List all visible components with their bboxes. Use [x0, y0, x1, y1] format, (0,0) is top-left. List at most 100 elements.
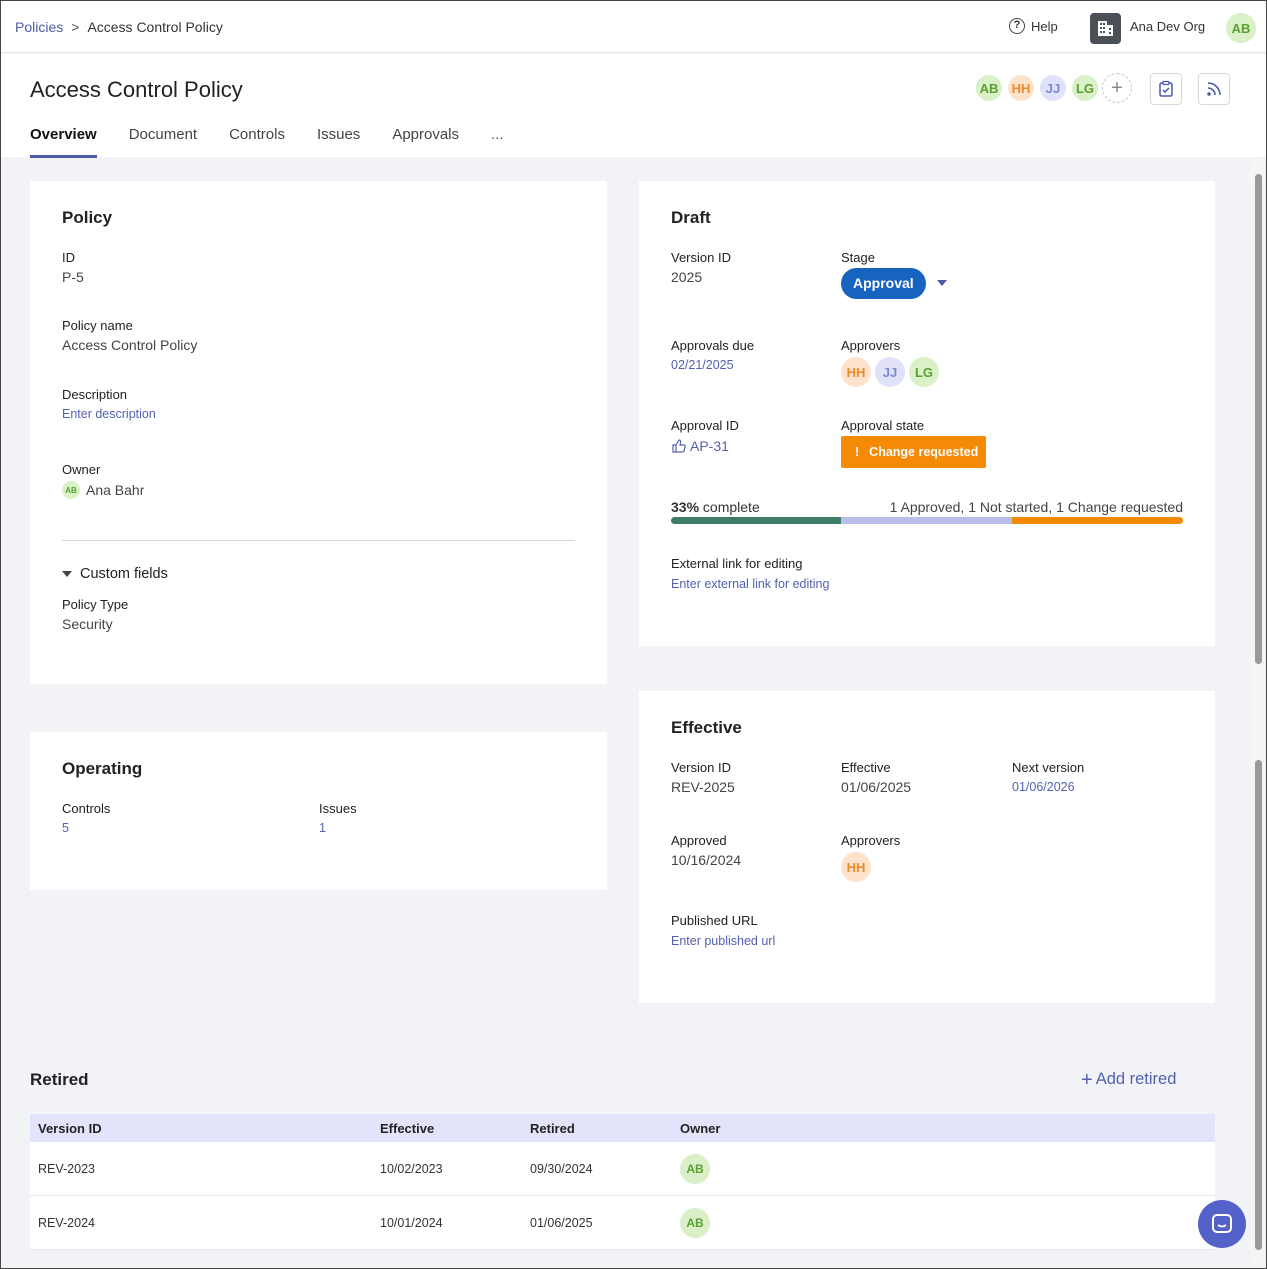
published-url-input[interactable]: Enter published url — [671, 934, 775, 948]
tab-issues[interactable]: Issues — [317, 126, 360, 158]
owner-label: Owner — [62, 462, 101, 477]
stage-pill[interactable]: Approval — [841, 268, 926, 299]
scrollbar-thumb-upper[interactable] — [1255, 174, 1262, 664]
add-retired-label: Add retired — [1095, 1070, 1177, 1088]
approver-avatar[interactable]: HH — [841, 852, 871, 882]
table-row[interactable]: REV-2023 10/02/2023 09/30/2024 AB — [30, 1142, 1215, 1196]
effective-version-value: REV-2025 — [671, 779, 735, 795]
approvers-list: HH JJ LG — [841, 357, 939, 387]
help-button[interactable]: ? Help — [1009, 18, 1058, 34]
page-title: Access Control Policy — [30, 77, 243, 102]
effective-date-label: Effective — [841, 760, 891, 775]
cell-retired: 01/06/2025 — [530, 1215, 593, 1230]
policy-card: Policy ID P-5 Policy name Access Control… — [30, 181, 607, 684]
custom-fields-label: Custom fields — [80, 566, 168, 582]
question-icon: ? — [1009, 18, 1025, 34]
next-version-label: Next version — [1012, 760, 1085, 775]
next-version-value[interactable]: 01/06/2026 — [1012, 780, 1075, 794]
cell-version: REV-2024 — [38, 1215, 95, 1230]
approval-id-label: Approval ID — [671, 418, 739, 433]
collaborator-avatar[interactable]: JJ — [1038, 73, 1068, 103]
column-header-retired[interactable]: Retired — [530, 1121, 680, 1136]
add-retired-button[interactable]: + Add retired — [1081, 1068, 1177, 1091]
progress-not-started-segment — [841, 517, 1012, 524]
policy-type-label: Policy Type — [62, 597, 129, 612]
retired-table: Version ID Effective Retired Owner REV-2… — [30, 1114, 1215, 1250]
approvals-due-value[interactable]: 02/21/2025 — [671, 358, 734, 372]
collaborator-avatar[interactable]: HH — [1006, 73, 1036, 103]
policy-heading: Policy — [62, 208, 113, 227]
approval-state-badge[interactable]: ! Change requested — [841, 436, 987, 468]
stage-dropdown-icon[interactable] — [937, 280, 947, 286]
custom-fields-toggle[interactable]: Custom fields — [62, 566, 168, 582]
chat-launcher-icon[interactable] — [1198, 1200, 1246, 1248]
owner-avatar[interactable]: AB — [680, 1153, 710, 1184]
column-header-effective[interactable]: Effective — [380, 1121, 530, 1136]
cell-effective: 10/02/2023 — [380, 1161, 443, 1176]
scrollbar-thumb-lower[interactable] — [1255, 760, 1262, 1250]
approvals-due-label: Approvals due — [671, 338, 755, 353]
cell-version: REV-2023 — [38, 1161, 95, 1176]
building-icon[interactable] — [1090, 13, 1121, 44]
approval-state-label: Approval state — [841, 418, 925, 433]
retired-heading: Retired — [30, 1070, 89, 1089]
plus-icon: + — [1081, 1068, 1093, 1091]
id-value: P-5 — [62, 269, 84, 285]
version-id-label: Version ID — [671, 250, 731, 265]
progress-change-requested-segment — [1011, 517, 1183, 524]
approver-avatar[interactable]: JJ — [875, 357, 905, 387]
approval-id-link[interactable]: AP-31 — [671, 438, 729, 454]
owner-name: Ana Bahr — [86, 482, 145, 498]
tab-document[interactable]: Document — [129, 126, 197, 158]
policy-type-value[interactable]: Security — [62, 616, 113, 632]
cell-effective: 10/01/2024 — [380, 1215, 443, 1230]
approver-avatar[interactable]: HH — [841, 357, 871, 387]
column-header-owner[interactable]: Owner — [680, 1121, 980, 1136]
table-row[interactable]: REV-2024 10/01/2024 01/06/2025 AB — [30, 1196, 1215, 1250]
approved-value: 10/16/2024 — [671, 852, 742, 868]
clipboard-check-icon[interactable] — [1150, 73, 1182, 105]
breadcrumb: Policies > Access Control Policy — [15, 19, 223, 35]
approver-avatar[interactable]: LG — [909, 357, 939, 387]
breadcrumb-policies-link[interactable]: Policies — [15, 19, 63, 35]
approval-state-value: Change requested — [869, 445, 979, 459]
draft-heading: Draft — [671, 208, 711, 227]
user-avatar[interactable]: AB — [1226, 13, 1256, 43]
published-url-label: Published URL — [671, 913, 758, 928]
operating-card: Operating Controls 5 Issues 1 — [30, 732, 607, 890]
description-label: Description — [62, 387, 128, 402]
page-header: Access Control Policy Overview Document … — [1, 54, 1266, 158]
tab-overview[interactable]: Overview — [30, 126, 97, 158]
org-switcher[interactable]: Ana Dev Org — [1130, 19, 1205, 34]
operating-heading: Operating — [62, 759, 143, 778]
issues-count-link[interactable]: 1 — [319, 821, 326, 835]
progress-approved-segment — [671, 517, 842, 524]
vertical-scrollbar[interactable] — [1251, 158, 1265, 1268]
column-header-version[interactable]: Version ID — [30, 1121, 380, 1136]
policy-name-value[interactable]: Access Control Policy — [62, 337, 197, 353]
controls-label: Controls — [62, 801, 111, 816]
external-link-label: External link for editing — [671, 556, 803, 571]
version-id-value: 2025 — [671, 269, 703, 285]
tab-approvals[interactable]: Approvals — [392, 126, 459, 158]
effective-heading: Effective — [671, 718, 742, 737]
tab-controls[interactable]: Controls — [229, 126, 285, 158]
approvers-label: Approvers — [841, 338, 901, 353]
add-collaborator-button[interactable]: + — [1102, 73, 1132, 103]
collaborator-avatar[interactable]: AB — [974, 73, 1004, 103]
description-input[interactable]: Enter description — [62, 407, 156, 421]
cell-retired: 09/30/2024 — [530, 1161, 593, 1176]
rss-feed-icon[interactable] — [1198, 73, 1230, 105]
owner-avatar[interactable]: AB — [680, 1207, 710, 1238]
breadcrumb-current: Access Control Policy — [87, 19, 223, 35]
external-link-input[interactable]: Enter external link for editing — [671, 577, 829, 591]
controls-count-link[interactable]: 5 — [62, 821, 69, 835]
effective-date-value: 01/06/2025 — [841, 779, 912, 795]
draft-card: Draft Version ID 2025 Stage Approval App… — [639, 181, 1215, 646]
owner-field[interactable]: AB Ana Bahr — [62, 481, 144, 499]
help-label: Help — [1031, 18, 1058, 34]
collaborator-avatar[interactable]: LG — [1070, 73, 1100, 103]
tab-more[interactable]: ... — [491, 126, 504, 158]
approval-progress-bar — [671, 517, 1183, 524]
stage-label: Stage — [841, 250, 875, 265]
